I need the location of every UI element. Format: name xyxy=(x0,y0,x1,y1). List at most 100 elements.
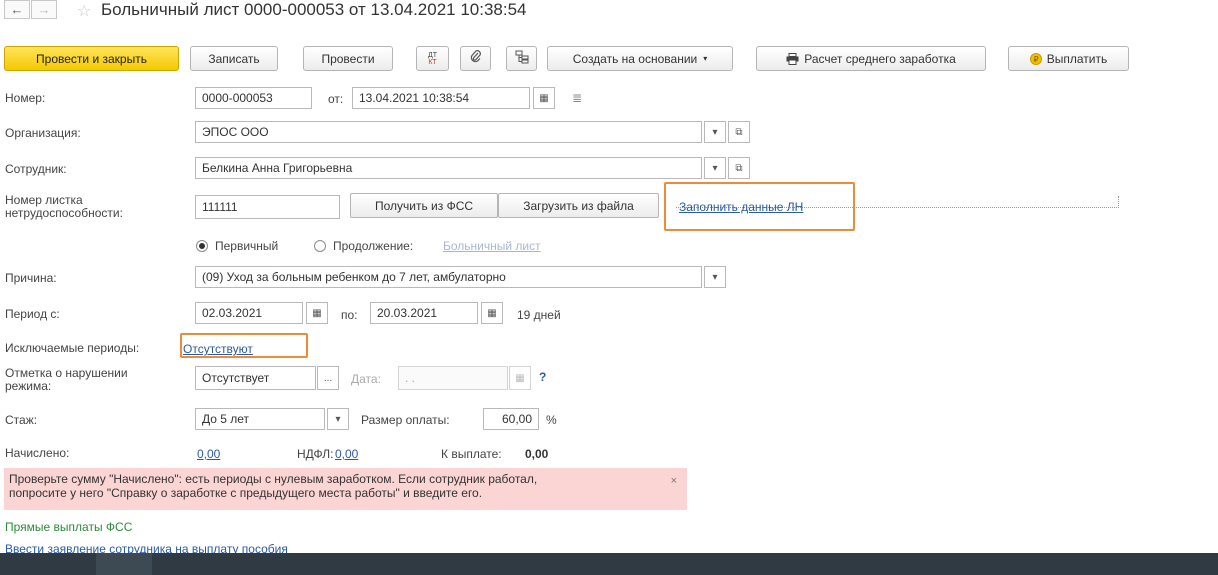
violation-label-2: режима: xyxy=(5,379,52,393)
dropdown-arrow-icon: ▾ xyxy=(712,271,718,283)
period-to-label: по: xyxy=(341,308,358,322)
stazh-label: Стаж: xyxy=(5,413,38,427)
period-from-field[interactable]: 02.03.2021 xyxy=(195,302,303,324)
reason-dropdown-button[interactable]: ▾ xyxy=(704,266,726,288)
open-icon: ⧉ xyxy=(735,162,743,174)
fill-ln-right-edge xyxy=(1118,196,1119,208)
structure-button[interactable] xyxy=(506,46,537,71)
dropdown-arrow-icon: ▾ xyxy=(712,162,718,174)
number-label: Номер: xyxy=(5,91,46,105)
accrued-label: Начислено: xyxy=(5,446,70,460)
dt-kt-icon-bottom: КТ xyxy=(428,58,437,66)
open-icon: ⧉ xyxy=(735,126,743,138)
ndfl-value-link[interactable]: 0,00 xyxy=(335,447,358,461)
organization-open-button[interactable]: ⧉ xyxy=(728,121,750,143)
save-button[interactable]: Записать xyxy=(190,46,278,71)
star-icon[interactable]: ☆ xyxy=(77,1,91,21)
pay-label: Выплатить xyxy=(1046,51,1108,66)
paperclip-icon xyxy=(470,50,482,67)
average-earnings-label: Расчет среднего заработка xyxy=(804,51,956,66)
period-from-label: Период с: xyxy=(5,307,60,321)
from-label: от: xyxy=(328,92,344,106)
hierarchy-icon xyxy=(515,50,529,67)
warning-line-2: попросите у него "Справку о заработке с … xyxy=(9,486,483,500)
stazh-dropdown-button[interactable]: ▾ xyxy=(327,408,349,430)
back-arrow-icon: ← xyxy=(10,2,24,17)
to-pay-label: К выплате: xyxy=(441,447,502,461)
violation-date-field[interactable]: . . xyxy=(398,366,508,390)
pay-button[interactable]: ₽ Выплатить xyxy=(1008,46,1129,71)
continuation-radio[interactable] xyxy=(314,240,326,252)
average-earnings-button[interactable]: Расчет среднего заработка xyxy=(756,46,986,71)
sheet-number-field[interactable]: 111111 xyxy=(195,195,340,219)
violation-date-calendar-button[interactable]: ▦ xyxy=(509,366,531,390)
accrued-value-link[interactable]: 0,00 xyxy=(197,447,220,461)
days-count: 19 дней xyxy=(517,308,561,322)
pay-size-label: Размер оплаты: xyxy=(361,413,450,427)
number-field[interactable]: 0000-000053 xyxy=(195,87,312,109)
date-field[interactable]: 13.04.2021 10:38:54 xyxy=(352,87,530,109)
violation-select-button[interactable]: ... xyxy=(317,366,339,390)
calendar-button[interactable]: ▦ xyxy=(533,87,555,109)
warning-banner: Проверьте сумму "Начислено": есть период… xyxy=(4,468,687,510)
create-based-on-button[interactable]: Создать на основании ▾ xyxy=(547,46,733,71)
calendar-icon: ▦ xyxy=(515,372,525,384)
create-based-label: Создать на основании xyxy=(572,51,698,66)
period-to-field[interactable]: 20.03.2021 xyxy=(370,302,478,324)
forward-arrow-icon: → xyxy=(37,2,51,17)
post-button[interactable]: Провести xyxy=(303,46,393,71)
pay-size-field[interactable]: 60,00 xyxy=(483,408,539,430)
excluded-periods-label: Исключаемые периоды: xyxy=(5,341,140,355)
excluded-periods-highlight xyxy=(180,333,308,358)
page-title: Больничный лист 0000-000053 от 13.04.202… xyxy=(101,0,527,19)
fill-ln-highlight xyxy=(664,182,855,231)
primary-radio[interactable] xyxy=(196,240,208,252)
taskbar xyxy=(0,553,1218,575)
calendar-icon: ▦ xyxy=(539,92,549,104)
taskbar-active-tab[interactable] xyxy=(96,553,152,575)
percent-sign: % xyxy=(546,413,557,427)
calendar-icon: ▦ xyxy=(487,307,497,319)
dropdown-arrow-icon: ▾ xyxy=(712,126,718,138)
coin-icon: ₽ xyxy=(1029,52,1042,65)
employee-dropdown-button[interactable]: ▾ xyxy=(704,157,726,179)
dt-kt-button[interactable]: ДТ КТ xyxy=(416,46,449,71)
sheet-number-label-2: нетрудоспособности: xyxy=(5,206,123,220)
violation-field[interactable]: Отсутствует xyxy=(195,366,316,390)
dt-kt-icon-top: ДТ xyxy=(427,51,438,59)
primary-label: Первичный xyxy=(215,239,279,253)
load-from-file-button[interactable]: Загрузить из файла xyxy=(498,193,659,218)
employee-label: Сотрудник: xyxy=(5,162,67,176)
close-icon[interactable]: × xyxy=(671,474,677,488)
to-pay-value: 0,00 xyxy=(525,447,549,461)
get-from-fss-button[interactable]: Получить из ФСС xyxy=(350,193,498,218)
organization-label: Организация: xyxy=(5,126,81,140)
reason-label: Причина: xyxy=(5,271,57,285)
period-from-calendar-button[interactable]: ▦ xyxy=(306,302,328,324)
date-label: Дата: xyxy=(351,372,381,386)
forward-button[interactable]: → xyxy=(31,0,57,19)
period-to-calendar-button[interactable]: ▦ xyxy=(481,302,503,324)
calendar-icon: ▦ xyxy=(312,307,322,319)
sick-sheet-link[interactable]: Больничный лист xyxy=(443,239,541,253)
back-button[interactable]: ← xyxy=(4,0,30,19)
warning-line-1: Проверьте сумму "Начислено": есть период… xyxy=(9,472,538,486)
chevron-down-icon: ▾ xyxy=(703,54,708,63)
ndfl-label: НДФЛ: xyxy=(297,447,334,461)
post-and-close-button[interactable]: Провести и закрыть xyxy=(4,46,179,71)
employee-open-button[interactable]: ⧉ xyxy=(728,157,750,179)
direct-fss-link[interactable]: Прямые выплаты ФСС xyxy=(5,520,132,534)
organization-dropdown-button[interactable]: ▾ xyxy=(704,121,726,143)
reason-field[interactable]: (09) Уход за больным ребенком до 7 лет, … xyxy=(195,266,702,288)
employee-application-link[interactable]: Ввести заявление сотрудника на выплату п… xyxy=(5,541,288,553)
continuation-label: Продолжение: xyxy=(333,239,414,253)
svg-text:₽: ₽ xyxy=(1033,55,1038,64)
list-icon[interactable]: ≣ xyxy=(572,91,582,105)
employee-field[interactable]: Белкина Анна Григорьевна xyxy=(195,157,702,179)
stazh-field[interactable]: До 5 лет xyxy=(195,408,325,430)
printer-icon xyxy=(786,52,799,65)
organization-field[interactable]: ЭПОС ООО xyxy=(195,121,702,143)
help-icon[interactable]: ? xyxy=(539,370,546,384)
dropdown-arrow-icon: ▾ xyxy=(335,413,341,425)
attach-button[interactable] xyxy=(460,46,491,71)
